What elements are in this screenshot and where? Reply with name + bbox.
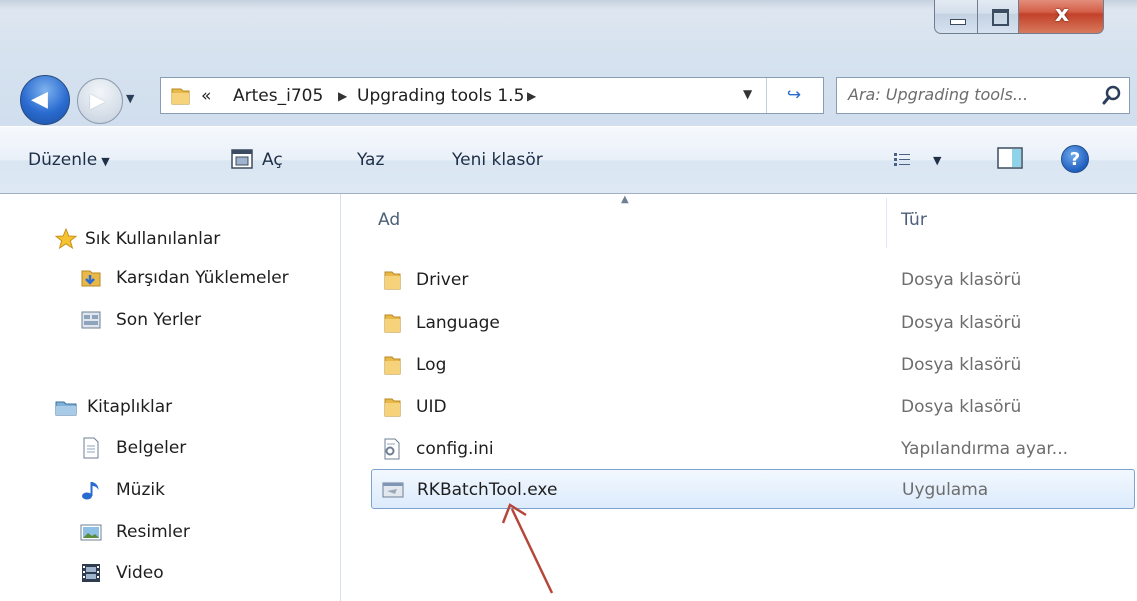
caption-buttons: x xyxy=(930,0,1137,36)
address-divider xyxy=(766,78,767,113)
open-button-label[interactable]: Aç xyxy=(262,148,283,172)
close-button[interactable]: x xyxy=(1018,0,1104,34)
breadcrumb-upgrading-tools[interactable]: Upgrading tools 1.5 xyxy=(357,84,524,108)
documents-icon xyxy=(83,437,99,459)
breadcrumb-chevron-icon[interactable]: ▶ xyxy=(338,87,347,105)
file-type: Dosya klasörü xyxy=(901,355,1022,375)
video-film-icon xyxy=(82,564,100,582)
folder-icon xyxy=(171,88,190,105)
maximize-icon xyxy=(992,9,1009,26)
nav-item-label: Karşıdan Yüklemeler xyxy=(116,268,289,288)
nav-item-label: Müzik xyxy=(116,480,165,500)
sort-ascending-icon: ▲ xyxy=(621,194,629,205)
nav-item-label: Kitaplıklar xyxy=(87,397,173,417)
address-bar[interactable]: « Artes_i705 ▶ Upgrading tools 1.5 ▶ ▼ ↪ xyxy=(160,77,824,114)
file-row-driver[interactable]: Driver Dosya klasörü xyxy=(371,260,1135,300)
view-options-caret-icon[interactable]: ▼ xyxy=(933,154,941,167)
nav-item-label: Sık Kullanılanlar xyxy=(85,229,221,249)
folder-icon xyxy=(384,356,401,375)
pictures-icon xyxy=(80,524,102,541)
explorer-window: x ◀ ▶ ▼ « Artes_i705 ▶ Upgrading tools 1… xyxy=(0,0,1137,601)
open-icon[interactable] xyxy=(231,149,253,169)
back-button[interactable]: ◀ xyxy=(20,75,70,125)
file-name: UID xyxy=(416,397,447,417)
maximize-button[interactable] xyxy=(977,0,1019,34)
file-name: Language xyxy=(416,313,500,333)
folder-icon xyxy=(384,271,401,290)
search-box[interactable]: Ara: Upgrading tools... xyxy=(836,77,1130,114)
file-type: Yapılandırma ayar... xyxy=(901,439,1069,459)
file-type: Dosya klasörü xyxy=(901,313,1022,333)
file-row-language[interactable]: Language Dosya klasörü xyxy=(371,303,1135,343)
minimize-icon xyxy=(950,19,966,25)
nav-item-label: Resimler xyxy=(116,522,190,542)
folder-icon xyxy=(384,314,401,333)
file-name: Driver xyxy=(416,270,469,290)
column-header-type[interactable]: Tür xyxy=(901,208,927,232)
file-name: Log xyxy=(416,355,447,375)
print-button[interactable]: Yaz xyxy=(357,148,384,172)
forward-arrow-icon: ▶ xyxy=(90,88,106,112)
file-name: config.ini xyxy=(416,439,494,459)
file-row-rkbatchtool[interactable]: RKBatchTool.exe Uygulama xyxy=(371,469,1135,509)
refresh-icon[interactable]: ↪ xyxy=(781,84,807,106)
nav-item-label: Belgeler xyxy=(116,438,187,458)
file-list: ▲ Ad Tür Driver Dosya klasörü Language D… xyxy=(341,194,1137,601)
change-view-icon[interactable] xyxy=(893,151,911,169)
file-type: Dosya klasörü xyxy=(901,397,1022,417)
recent-pages-dropdown-icon[interactable]: ▼ xyxy=(126,92,140,106)
search-placeholder: Ara: Upgrading tools... xyxy=(848,85,1029,104)
nav-item-label: Son Yerler xyxy=(116,310,202,330)
back-arrow-icon: ◀ xyxy=(31,87,48,112)
music-note-icon xyxy=(82,482,99,500)
organize-button[interactable]: Düzenle ▼ xyxy=(28,148,110,174)
column-divider[interactable] xyxy=(886,198,887,248)
breadcrumb-chevron-icon[interactable]: ▶ xyxy=(527,87,536,105)
organize-label: Düzenle xyxy=(28,150,98,170)
application-icon xyxy=(382,482,404,498)
close-icon: x xyxy=(1054,2,1070,27)
preview-pane-icon[interactable] xyxy=(997,147,1023,169)
annotation-arrow xyxy=(501,503,554,594)
address-dropdown-icon[interactable]: ▼ xyxy=(743,87,752,101)
organize-caret-icon: ▼ xyxy=(101,155,110,168)
forward-button[interactable]: ▶ xyxy=(77,78,123,124)
column-header-name[interactable]: Ad xyxy=(378,208,400,232)
file-type: Dosya klasörü xyxy=(901,270,1022,290)
folder-icon xyxy=(384,398,401,417)
libraries-icon xyxy=(55,401,77,416)
nav-item-label: Video xyxy=(116,563,164,583)
breadcrumb-artes[interactable]: Artes_i705 xyxy=(233,84,323,108)
file-row-uid[interactable]: UID Dosya klasörü xyxy=(371,387,1135,427)
navigation-pane: Sık Kullanılanlar Karşıdan Yüklemeler So… xyxy=(0,194,340,601)
title-bar: x ◀ ▶ ▼ « Artes_i705 ▶ Upgrading tools 1… xyxy=(0,0,1137,126)
minimize-button[interactable] xyxy=(934,0,978,34)
help-icon[interactable]: ? xyxy=(1061,145,1089,173)
recent-places-icon xyxy=(81,311,101,329)
file-row-log[interactable]: Log Dosya klasörü xyxy=(371,345,1135,385)
downloads-folder-icon xyxy=(81,270,101,287)
search-icon xyxy=(1102,85,1121,105)
settings-file-icon xyxy=(384,438,400,460)
breadcrumb-overflow[interactable]: « xyxy=(201,84,211,108)
file-type: Uygulama xyxy=(902,480,989,500)
command-bar: Düzenle ▼ Aç Yaz Yeni klasör xyxy=(0,126,1137,194)
star-icon xyxy=(55,228,77,250)
new-folder-button[interactable]: Yeni klasör xyxy=(452,148,543,172)
file-row-config[interactable]: config.ini Yapılandırma ayar... xyxy=(371,429,1135,469)
